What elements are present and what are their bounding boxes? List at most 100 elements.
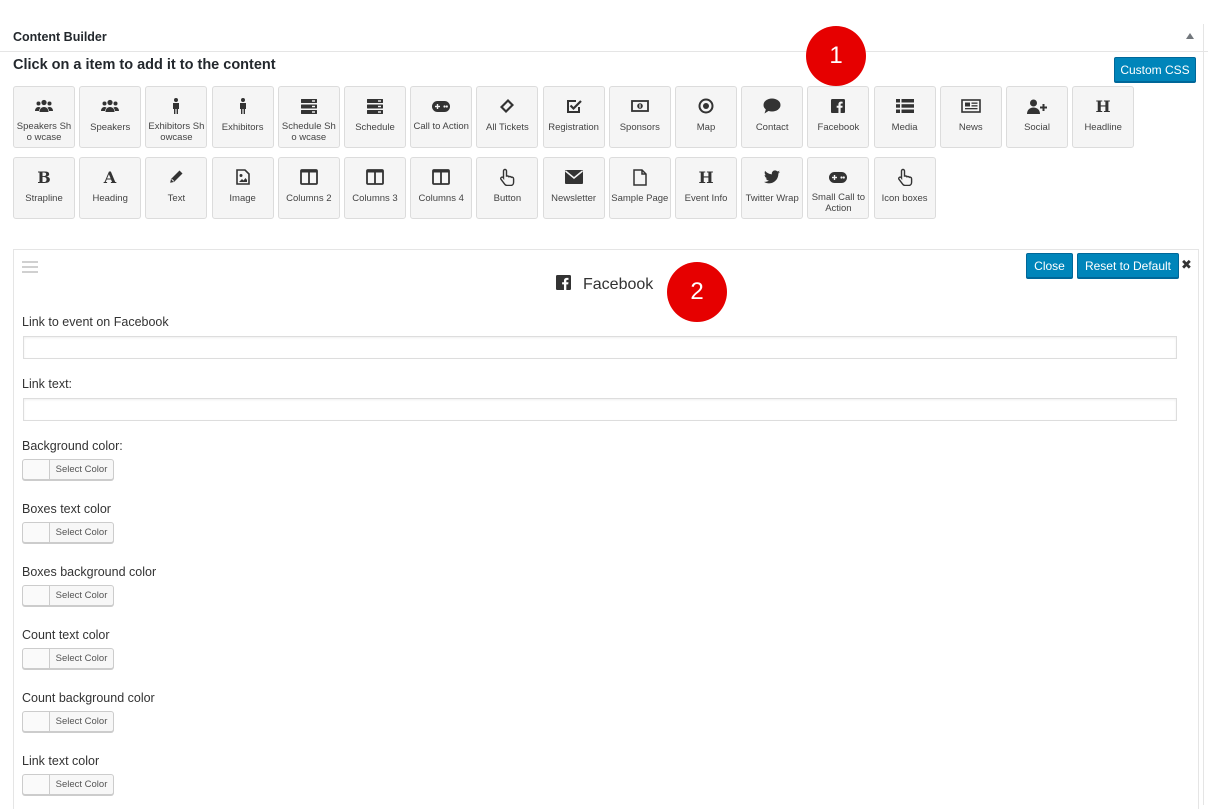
link-text-input[interactable] [23,398,1177,421]
header-icon: H [1073,97,1133,115]
tile-label: Strapline [25,193,63,204]
tile-exhibitors-sh-owcase[interactable]: Exhibitors Sh owcase [145,86,208,148]
tile-heading[interactable]: A Heading [79,157,142,219]
tile-label: Image [229,193,256,204]
color-swatch[interactable] [23,775,50,794]
select-color-button[interactable]: Select Color [22,522,114,543]
image-icon [213,168,273,186]
color-swatch[interactable] [23,586,50,605]
tile-social[interactable]: Social [1006,86,1068,148]
pointer-icon [477,168,537,186]
tile-columns-3[interactable]: Columns 3 [344,157,406,219]
svg-text:B: B [37,169,51,185]
tile-label: Icon boxes [881,193,928,204]
columns-icon [345,168,405,186]
select-color-label: Select Color [55,716,108,727]
close-button[interactable]: Close [1026,253,1073,278]
tile-label: News [958,122,983,133]
select-color-label: Select Color [55,590,108,601]
select-color-button[interactable]: Select Color [22,774,114,795]
tile-map[interactable]: Map [675,86,737,148]
tile-button[interactable]: Button [476,157,539,219]
tile-sample-page[interactable]: Sample Page [608,157,671,219]
gamepad-icon [808,168,868,186]
tile-label: Heading [92,193,128,204]
tile-schedule-sho-wcase[interactable]: Schedule Sho wcase [277,86,340,148]
user-plus-icon [1007,97,1067,115]
tile-label: Media [891,122,918,133]
drag-handle-icon[interactable] [22,261,38,273]
tile-exhibitors[interactable]: Exhibitors [211,86,274,148]
reset-to-default-button[interactable]: Reset to Default [1077,253,1179,278]
panel-title: Content Builder [13,30,107,44]
collapse-arrow-icon[interactable] [1186,33,1194,39]
columns-icon [411,168,471,186]
tile-schedule[interactable]: Schedule [344,86,406,148]
comment-icon [742,97,802,115]
tile-icon-boxes[interactable]: Icon boxes [873,157,936,219]
panel-border [1203,24,1204,805]
tile-sponsors[interactable]: Sponsors [608,86,671,148]
ticket-icon [477,97,537,115]
tile-event-info[interactable]: H Event Info [675,157,737,219]
link-field-label: Link to event on Facebook [22,315,169,329]
facebook-icon [808,97,868,115]
tile-speakers[interactable]: Speakers [79,86,142,148]
tile-text[interactable]: Text [145,157,208,219]
color-swatch[interactable] [23,460,50,479]
tile-label: Exhibitors [221,122,264,133]
font-icon: A [80,168,140,186]
tile-media[interactable]: Media [873,86,936,148]
editor-title: Facebook [556,274,653,296]
tile-columns-2[interactable]: Columns 2 [277,157,340,219]
svg-text:A: A [103,169,117,185]
select-color-button[interactable]: Select Color [22,711,114,732]
tile-all-tickets[interactable]: All Tickets [476,86,539,148]
tile-label: Social [1024,122,1050,133]
facebook-icon [556,275,571,295]
color-field-label: Link text color [22,754,100,768]
select-color-label: Select Color [55,527,108,538]
color-field-label: Boxes background color [22,565,157,579]
tile-label: Columns 4 [418,193,464,204]
tile-newsletter[interactable]: Newsletter [542,157,605,219]
header-icon: H [676,168,736,186]
tile-contact[interactable]: Contact [741,86,804,148]
remove-icon[interactable]: ✖ [1181,257,1192,273]
tile-label: Sponsors [619,122,660,133]
users-icon [80,97,140,115]
tile-label: Small Call to Action [811,192,866,214]
tile-strapline[interactable]: B Strapline [13,157,75,219]
list-icon [875,97,935,115]
select-color-button[interactable]: Select Color [22,459,114,480]
tile-news[interactable]: News [939,86,1002,148]
tile-image[interactable]: Image [211,157,274,219]
tile-label: Columns 2 [286,193,332,204]
select-color-button[interactable]: Select Color [22,648,114,669]
tile-call-to-action[interactable]: Call to Action [410,86,473,148]
color-swatch[interactable] [23,523,50,542]
annotation-badge-2: 2 [667,262,727,322]
annotation-badge-1: 1 [806,26,866,86]
tile-headline[interactable]: H Headline [1072,86,1135,148]
color-swatch[interactable] [23,649,50,668]
envelope-icon [544,168,604,186]
tile-registration[interactable]: Registration [542,86,605,148]
tile-speakers-sho-wcase[interactable]: Speakers Sho wcase [13,86,75,148]
color-swatch[interactable] [23,712,50,731]
users-icon [14,97,74,115]
facebook-link-input[interactable] [23,336,1177,359]
select-color-button[interactable]: Select Color [22,585,114,606]
tile-twitter-wrap[interactable]: Twitter Wrap [741,157,804,219]
tile-label: Text [167,193,186,204]
tile-columns-4[interactable]: Columns 4 [410,157,473,219]
person-icon [213,97,273,115]
custom-css-button[interactable]: Custom CSS [1114,57,1196,82]
tile-label: Twitter Wrap [745,193,799,204]
tile-label: Schedule Sho wcase [281,121,336,143]
tile-facebook[interactable]: Facebook [807,86,870,148]
pointer-icon [875,168,935,186]
tile-small-call-to-action[interactable]: Small Call to Action [807,157,870,219]
person-icon [146,97,206,115]
panel-header: Content Builder [0,24,1208,52]
